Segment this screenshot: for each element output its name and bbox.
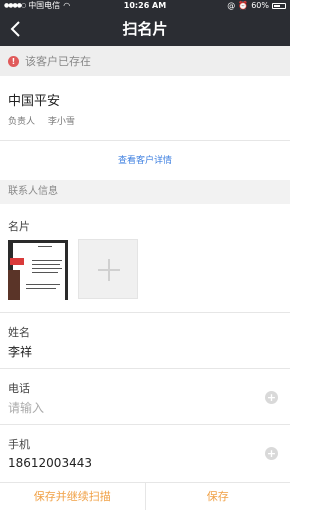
nav-bar: 扫名片 [0, 12, 290, 46]
card-text-line [26, 288, 56, 289]
divider [0, 140, 290, 141]
business-card-thumbnail[interactable] [8, 240, 68, 300]
card-text-line [26, 284, 60, 285]
bottom-action-bar: 保存并继续扫描 保存 [0, 482, 290, 510]
owner-row: 负责人 李小雪 [8, 114, 75, 127]
card-text-line [38, 246, 52, 247]
divider [0, 312, 290, 313]
card-text-line [32, 268, 62, 269]
card-text-line [32, 272, 58, 273]
card-label: 名片 [8, 220, 30, 233]
name-field[interactable]: 李祥 [8, 343, 32, 360]
save-button[interactable]: 保存 [146, 483, 291, 510]
status-right: @ ⏰ 60% [227, 0, 286, 12]
save-and-continue-scan-button[interactable]: 保存并继续扫描 [0, 483, 145, 510]
phone-field[interactable]: 请输入 [8, 399, 44, 416]
plus-icon-vertical [108, 259, 110, 281]
card-text-line [32, 260, 62, 261]
divider [0, 368, 290, 369]
add-mobile-icon[interactable]: + [265, 447, 278, 460]
name-label: 姓名 [8, 326, 30, 339]
view-customer-detail-link[interactable]: 查看客户详情 [0, 153, 290, 166]
owner-label: 负责人 [8, 117, 36, 127]
mobile-label: 手机 [8, 438, 30, 451]
alert-text: 该客户已存在 [25, 55, 91, 68]
add-card-photo-button[interactable] [78, 239, 138, 299]
add-phone-icon[interactable]: + [265, 391, 278, 404]
battery-percent: 60% [251, 1, 269, 10]
contact-section-header: 联系人信息 [0, 180, 290, 204]
card-logo [10, 258, 24, 265]
mobile-field[interactable]: 18612003443 [8, 456, 92, 470]
duplicate-alert: ! 该客户已存在 [0, 46, 290, 76]
exclamation-icon: ! [8, 55, 19, 67]
section-title: 联系人信息 [8, 186, 58, 197]
phone-label: 电话 [8, 382, 30, 395]
page-title: 扫名片 [122, 20, 168, 38]
card-text-line [32, 264, 60, 265]
card-hand [8, 270, 20, 300]
status-bar: ●●●●○ 中国电信 ◠ 10:26 AM @ ⏰ 60% [0, 0, 290, 12]
owner-name: 李小雪 [47, 117, 75, 127]
divider [0, 424, 290, 425]
battery-icon [272, 3, 286, 9]
customer-name: 中国平安 [8, 94, 61, 109]
alarm-icon: ⏰ [238, 1, 249, 10]
lock-rotation-icon: @ [227, 1, 236, 10]
